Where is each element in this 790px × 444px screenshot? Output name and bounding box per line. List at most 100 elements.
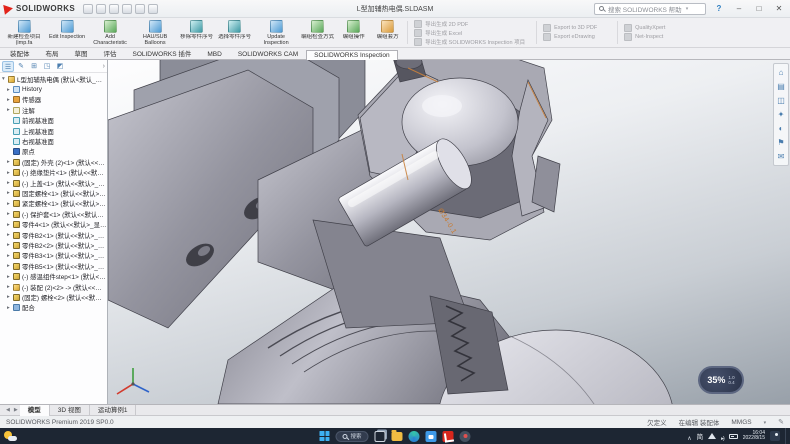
taskbar-clock[interactable]: 16:04 2022/8/15 bbox=[743, 431, 765, 442]
tree-item-part[interactable]: (固定) 螺栓<2> (默认<<默认>_显示状 bbox=[0, 292, 107, 302]
export-2d-pdf-button[interactable]: 导出生成 2D PDF bbox=[414, 20, 530, 28]
network-icon[interactable] bbox=[708, 433, 716, 439]
view-palette-icon[interactable] bbox=[775, 108, 788, 121]
remove-balloon-button[interactable]: 移除零件序号 bbox=[178, 19, 215, 46]
open-file-icon[interactable] bbox=[96, 4, 106, 14]
tree-item-part[interactable]: 紧定螺栓<1> (默认<<默认>_显示 bbox=[0, 199, 107, 209]
taskbar-search[interactable]: 搜索 bbox=[335, 431, 368, 442]
tree-item-part[interactable]: (-) 绝缘垫片<1> (默认<<默认>_显示状 bbox=[0, 168, 107, 178]
tree-item-part[interactable]: (-) 上盖<1> (默认<<默认>_显示状态 bbox=[0, 178, 107, 188]
tab-mbd[interactable]: MBD bbox=[199, 49, 229, 59]
help-button[interactable] bbox=[712, 3, 726, 15]
tab-assembly[interactable]: 装配体 bbox=[2, 46, 38, 59]
file-explorer-button[interactable] bbox=[392, 432, 403, 441]
dimxpertmanager-tab[interactable] bbox=[41, 61, 53, 72]
tree-item-top-plane[interactable]: 上视基准面 bbox=[0, 126, 107, 136]
recorder-overlay-badge[interactable]: 35% 1.0 0.4 bbox=[698, 366, 744, 394]
tree-item-front-plane[interactable]: 前视基准面 bbox=[0, 116, 107, 126]
battery-icon[interactable] bbox=[729, 434, 738, 439]
hidden-icons-chevron[interactable] bbox=[687, 427, 691, 444]
update-inspection-button[interactable]: Update Inspection bbox=[254, 19, 298, 46]
tab-solidworks-inspection[interactable]: SOLIDWORKS Inspection bbox=[306, 50, 398, 60]
new-inspection-project-button[interactable]: 新建检查项目 (imp.fa bbox=[2, 19, 46, 46]
balloons-button[interactable]: HAU/SUB Balloons bbox=[133, 19, 177, 46]
tab-evaluate[interactable]: 评估 bbox=[96, 46, 125, 59]
save-icon[interactable] bbox=[109, 4, 119, 14]
tree-item-subassembly[interactable]: (-) 装配 (2)<2> -> (默认<<默认>_显 bbox=[0, 282, 107, 292]
tree-item-mates[interactable]: 配合 bbox=[0, 303, 107, 313]
select-balloon-button[interactable]: 选择零件序号 bbox=[216, 19, 253, 46]
tree-item-origin[interactable]: 原点 bbox=[0, 147, 107, 157]
show-desktop-button[interactable] bbox=[785, 428, 787, 444]
tree-item-part[interactable]: 固定螺栓<1> (默认<<默认>_显示状 bbox=[0, 188, 107, 198]
tree-item-part[interactable]: (-) 感温组件step<1> (默认<<默认>_显示状 bbox=[0, 271, 107, 281]
export-edrawing-button[interactable]: Export eDrawing bbox=[543, 33, 611, 41]
tab-addins[interactable]: SOLIDWORKS 插件 bbox=[125, 46, 200, 59]
units-dropdown-icon[interactable] bbox=[764, 419, 767, 426]
resources-home-icon[interactable] bbox=[775, 66, 788, 79]
close-button[interactable] bbox=[772, 3, 786, 15]
tree-item-part[interactable]: 零件B2<2> (默认<<默认>_显示 bbox=[0, 240, 107, 250]
tree-item-history[interactable]: History bbox=[0, 84, 107, 94]
tree-item-part[interactable]: 零件4<1> (默认<<默认>_显示状态 bbox=[0, 219, 107, 229]
graphics-viewport[interactable]: Ø34-0.1 35% bbox=[108, 60, 790, 404]
minimize-button[interactable] bbox=[732, 3, 746, 15]
group-operation-button[interactable]: 编组操作 bbox=[337, 19, 370, 46]
maximize-button[interactable] bbox=[752, 3, 766, 15]
group-template-button[interactable]: 编组套方 bbox=[371, 19, 404, 46]
tab-3d-views[interactable]: 3D 视图 bbox=[50, 405, 90, 416]
propertymanager-tab[interactable] bbox=[15, 61, 27, 72]
export-inspection-project-button[interactable]: 导出生成 SOLIDWORKS Inspection 项目 bbox=[414, 38, 530, 46]
tab-motion-study[interactable]: 运动算例1 bbox=[90, 405, 137, 416]
help-search-input[interactable]: 搜索 SOLIDWORKS 帮助 bbox=[594, 3, 706, 15]
add-characteristic-button[interactable]: Add Characteristic bbox=[88, 19, 132, 46]
appearances-icon[interactable] bbox=[775, 122, 788, 135]
configurationmanager-tab[interactable] bbox=[28, 61, 40, 72]
solidworks-taskbar-button[interactable] bbox=[443, 431, 454, 442]
tab-model[interactable]: 模型 bbox=[20, 405, 50, 416]
volume-icon[interactable] bbox=[721, 427, 724, 444]
language-indicator[interactable]: 简 bbox=[697, 431, 704, 441]
export-3d-pdf-button[interactable]: Export to 3D PDF bbox=[543, 24, 611, 32]
notification-center-icon[interactable] bbox=[770, 431, 780, 441]
design-library-icon[interactable] bbox=[775, 80, 788, 93]
store-button[interactable] bbox=[426, 431, 437, 442]
tree-item-part[interactable]: (固定) 外壳 (2)<1> (默认<<默认>_显示状态 bbox=[0, 157, 107, 167]
tab-solidworks-cam[interactable]: SOLIDWORKS CAM bbox=[230, 49, 306, 59]
net-inspect-button[interactable]: Net-Inspect bbox=[624, 33, 678, 41]
tree-item-part[interactable]: 零件B5<1> (默认<<默认>_显示 bbox=[0, 261, 107, 271]
panel-expand-icon[interactable] bbox=[103, 63, 105, 70]
weather-widget-icon[interactable] bbox=[4, 430, 17, 442]
group-check-mode-button[interactable]: 编组检查方式 bbox=[299, 19, 336, 46]
forum-icon[interactable] bbox=[775, 150, 788, 163]
tree-item-right-plane[interactable]: 右视基准面 bbox=[0, 136, 107, 146]
edit-inspection-button[interactable]: Edit Inspection bbox=[47, 19, 87, 46]
tree-item-part[interactable]: 零件B3<1> (默认<<默认>_显示 bbox=[0, 251, 107, 261]
new-document-icon[interactable] bbox=[83, 4, 93, 14]
custom-properties-icon[interactable] bbox=[775, 136, 788, 149]
print-icon[interactable] bbox=[122, 4, 132, 14]
tree-item-annotations[interactable]: 注解 bbox=[0, 105, 107, 115]
sheet-nav-left-icon[interactable] bbox=[4, 407, 12, 413]
tab-layout[interactable]: 布局 bbox=[38, 46, 67, 59]
tab-sketch[interactable]: 草图 bbox=[67, 46, 96, 59]
file-explorer-icon[interactable] bbox=[775, 94, 788, 107]
undo-icon[interactable] bbox=[135, 4, 145, 14]
start-button[interactable] bbox=[319, 431, 329, 441]
tree-item-part[interactable]: 零件B2<1> (默认<<默认>_显示 bbox=[0, 230, 107, 240]
edge-browser-button[interactable] bbox=[409, 431, 420, 442]
tree-item-root[interactable]: L型加辅热电偶 (默认<默认_显示状态-1>) bbox=[0, 74, 107, 84]
displaymanager-tab[interactable] bbox=[54, 61, 66, 72]
status-tag-icon[interactable] bbox=[778, 418, 784, 426]
sheet-nav-right-icon[interactable] bbox=[12, 407, 20, 413]
qualityxpert-button[interactable]: QualityXpert bbox=[624, 24, 678, 32]
featuremanager-tab[interactable] bbox=[2, 61, 14, 72]
search-dropdown-icon[interactable] bbox=[686, 5, 689, 12]
tree-item-sensors[interactable]: 传感器 bbox=[0, 95, 107, 105]
assembly-model[interactable]: Ø34-0.1 bbox=[108, 60, 790, 404]
rebuild-icon[interactable] bbox=[148, 4, 158, 14]
export-excel-button[interactable]: 导出生成 Excel bbox=[414, 29, 530, 37]
task-view-button[interactable] bbox=[375, 431, 386, 442]
status-units[interactable]: MMGS bbox=[731, 419, 751, 426]
tree-item-part[interactable]: (-) 保护套<1> (默认<<默认>_显示状 bbox=[0, 209, 107, 219]
